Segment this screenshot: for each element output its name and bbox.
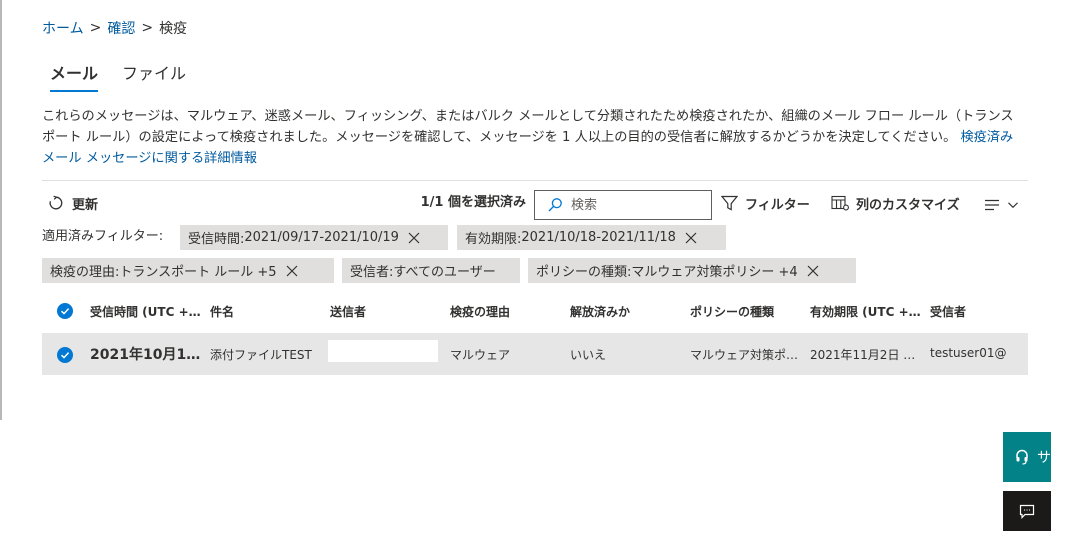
refresh-button[interactable]: 更新 — [48, 192, 98, 214]
table-row[interactable]: 2021年10月1… 添付ファイルTEST マルウェア いいえ マルウェア対策ポ… — [42, 333, 1028, 375]
chip-value: マルウェア対策ポリシー +4 — [631, 265, 798, 280]
customize-columns-button[interactable]: 列のカスタマイズ — [831, 192, 960, 214]
close-icon[interactable] — [685, 232, 697, 244]
table-header: 受信時間 (UTC +… 件名 送信者 検疫の理由 解放済みか ポリシーの種類 … — [42, 296, 1028, 326]
refresh-label: 更新 — [72, 197, 99, 213]
filter-chip-expires: 有効期限: 2021/10/18-2021/11/18 — [457, 225, 726, 250]
select-all-checkbox[interactable] — [57, 303, 73, 319]
search-input[interactable] — [569, 196, 703, 214]
customize-columns-label: 列のカスタマイズ — [856, 197, 960, 213]
filter-chip-policy: ポリシーの種類: マルウェア対策ポリシー +4 — [528, 258, 856, 283]
breadcrumb-home[interactable]: ホーム — [42, 18, 84, 38]
customize-columns-icon — [831, 195, 856, 211]
applied-filters-label: 適用済みフィルター: — [42, 229, 164, 244]
column-header-released[interactable]: 解放済みか — [570, 303, 670, 320]
headset-icon — [1015, 449, 1029, 465]
page-description: これらのメッセージは、マルウェア、迷惑メール、フィッシング、またはバルク メール… — [42, 106, 1022, 169]
chip-key: 有効期限: — [465, 232, 522, 247]
tab-mail[interactable]: メール — [42, 58, 106, 92]
filter-icon — [721, 195, 745, 211]
breadcrumb-review[interactable]: 確認 — [107, 18, 135, 38]
checkmark-icon — [60, 306, 70, 316]
feedback-icon — [1019, 504, 1035, 519]
tab-list: メール ファイル — [42, 58, 194, 92]
column-header-reason[interactable]: 検疫の理由 — [450, 303, 550, 320]
cell-received: 2021年10月1… — [90, 347, 201, 363]
cell-policy-type: マルウェア対策ポ… — [690, 348, 799, 362]
view-options-button[interactable] — [984, 194, 1026, 216]
chip-value: 2021/10/18-2021/11/18 — [521, 230, 676, 245]
breadcrumb: ホーム > 確認 > 検疫 — [42, 18, 187, 38]
column-header-policy-type[interactable]: ポリシーの種類 — [690, 303, 790, 320]
filter-button[interactable]: フィルター — [721, 192, 810, 214]
search-box[interactable] — [534, 190, 712, 220]
filter-label: フィルター — [745, 197, 810, 213]
help-button[interactable]: サ — [1003, 432, 1051, 482]
sender-redaction — [328, 340, 438, 362]
breadcrumb-separator: > — [141, 20, 154, 36]
cell-reason: マルウェア — [450, 348, 511, 362]
checkmark-icon — [60, 350, 70, 360]
close-icon[interactable] — [408, 232, 420, 244]
cell-expires: 2021年11月2日 0… — [810, 348, 922, 362]
breadcrumb-separator: > — [89, 20, 102, 36]
cell-released: いいえ — [570, 348, 607, 362]
description-text: これらのメッセージは、マルウェア、迷惑メール、フィッシング、またはバルク メール… — [42, 109, 1014, 145]
chevron-down-icon — [1007, 199, 1026, 211]
column-header-received[interactable]: 受信時間 (UTC +… — [90, 303, 202, 320]
breadcrumb-current: 検疫 — [159, 21, 188, 37]
feedback-button[interactable] — [1003, 491, 1051, 531]
selected-count: 1/1 個を選択済み — [420, 195, 526, 210]
list-menu-icon — [984, 198, 1007, 212]
cell-recipient: testuser01@ — [930, 346, 1007, 360]
left-edge-rule — [0, 0, 2, 420]
tab-files[interactable]: ファイル — [114, 58, 194, 92]
chip-key: 受信時間: — [188, 232, 245, 247]
filter-chip-recipient: 受信者: すべてのユーザー — [342, 258, 520, 283]
chip-value: 2021/09/17-2021/10/19 — [244, 230, 399, 245]
close-icon[interactable] — [286, 265, 298, 277]
chip-key: 検疫の理由: — [50, 265, 120, 280]
chip-key: 受信者: — [350, 265, 394, 280]
column-header-subject[interactable]: 件名 — [210, 303, 310, 320]
chip-value: すべてのユーザー — [393, 265, 496, 280]
column-header-expires[interactable]: 有効期限 (UTC +… — [810, 303, 922, 320]
row-checkbox[interactable] — [57, 347, 73, 363]
chip-value: トランスポート ルール +5 — [119, 265, 277, 280]
chip-key: ポリシーの種類: — [536, 265, 632, 280]
search-icon — [547, 197, 563, 213]
column-header-recipient[interactable]: 受信者 — [930, 303, 1020, 320]
close-icon[interactable] — [807, 265, 819, 277]
toolbar-divider — [42, 180, 1028, 181]
refresh-icon — [48, 195, 72, 211]
cell-subject: 添付ファイルTEST — [210, 348, 312, 362]
column-header-sender[interactable]: 送信者 — [330, 303, 430, 320]
filter-chip-reason: 検疫の理由: トランスポート ルール +5 — [42, 258, 334, 283]
filter-chip-received: 受信時間: 2021/09/17-2021/10/19 — [180, 225, 448, 250]
help-label: サ — [1037, 450, 1051, 466]
